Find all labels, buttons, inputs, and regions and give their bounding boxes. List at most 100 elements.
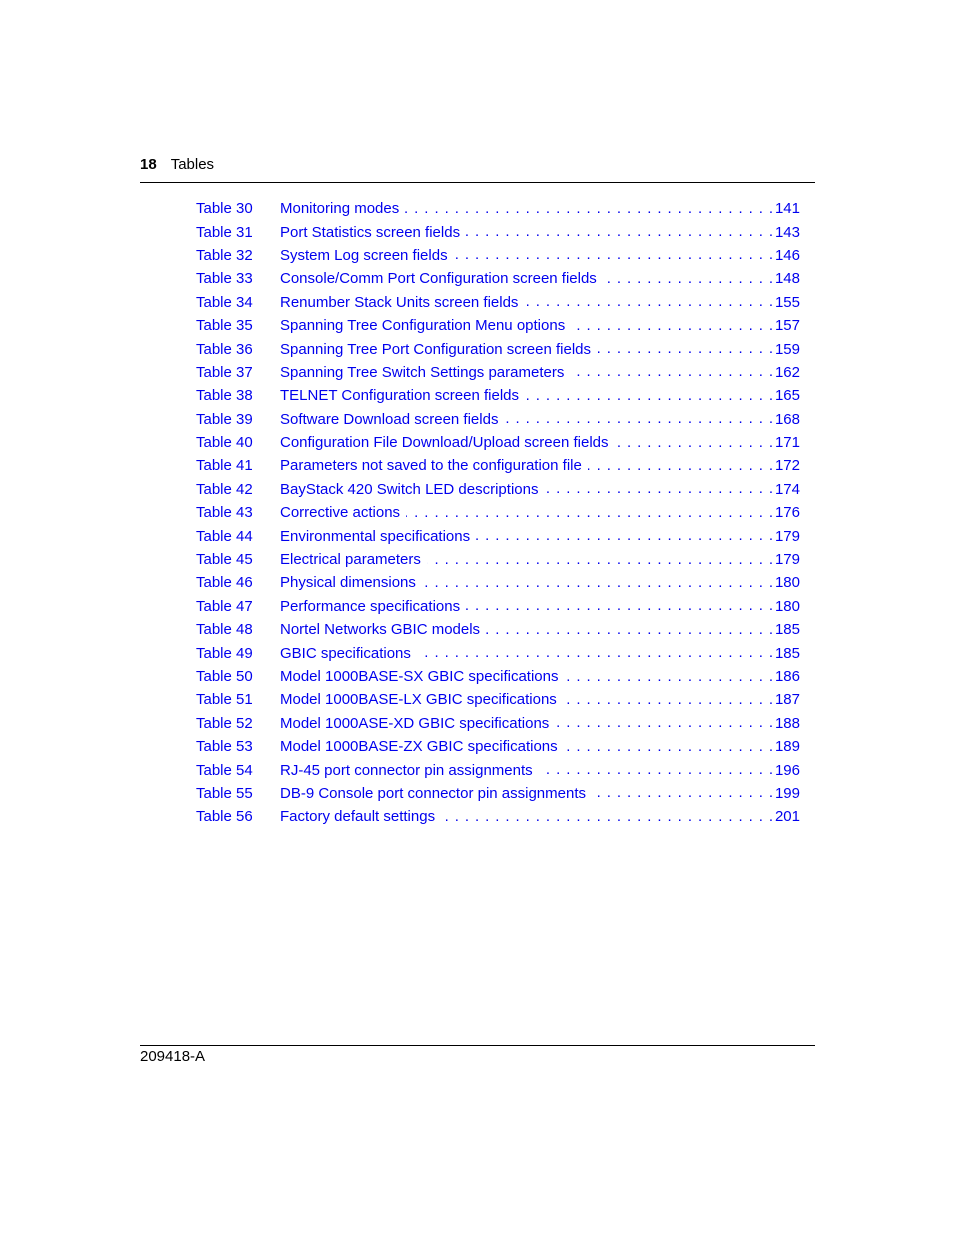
- toc-entry-title[interactable]: Corrective actions: [280, 504, 407, 522]
- toc-entry-title[interactable]: Port Statistics screen fields: [280, 223, 467, 241]
- toc-entry-title[interactable]: Nortel Networks GBIC models: [280, 621, 487, 639]
- toc-entry[interactable]: Table 38 TELNET Configuration screen fiel…: [196, 384, 800, 407]
- toc-entry[interactable]: Table 50 Model 1000BASE-SX GBIC specifica…: [196, 665, 800, 688]
- toc-entry-page[interactable]: 155: [773, 293, 800, 311]
- toc-entry-title[interactable]: Electrical parameters: [280, 551, 427, 569]
- toc-entry-page[interactable]: 174: [773, 480, 800, 498]
- toc-entry-label[interactable]: Table 56: [196, 808, 280, 825]
- toc-entry-title[interactable]: Spanning Tree Configuration Menu options: [280, 317, 572, 335]
- toc-entry-page[interactable]: 157: [773, 317, 800, 335]
- toc-entry-page[interactable]: 162: [773, 363, 800, 381]
- toc-entry-page[interactable]: 171: [773, 434, 800, 452]
- toc-entry[interactable]: Table 40 Configuration File Download/Uplo…: [196, 431, 800, 454]
- toc-entry[interactable]: Table 34 Renumber Stack Units screen fiel…: [196, 291, 800, 314]
- toc-entry[interactable]: Table 45Electrical parameters 179: [196, 548, 800, 571]
- toc-entry[interactable]: Table 51 Model 1000BASE-LX GBIC specifica…: [196, 688, 800, 711]
- toc-entry-label[interactable]: Table 37: [196, 364, 280, 381]
- toc-entry-title[interactable]: Spanning Tree Port Configuration screen …: [280, 340, 598, 358]
- toc-entry-title[interactable]: RJ-45 port connector pin assignments: [280, 761, 539, 779]
- toc-entry[interactable]: Table 32System Log screen fields 146: [196, 244, 800, 267]
- toc-entry-label[interactable]: Table 43: [196, 504, 280, 521]
- toc-entry-page[interactable]: 141: [773, 200, 800, 218]
- toc-entry-label[interactable]: Table 33: [196, 270, 280, 287]
- toc-entry-label[interactable]: Table 31: [196, 224, 280, 241]
- toc-entry-page[interactable]: 159: [773, 340, 800, 358]
- toc-entry-title[interactable]: Model 1000BASE-ZX GBIC specifications: [280, 738, 564, 756]
- toc-entry-page[interactable]: 180: [773, 597, 800, 615]
- toc-entry-label[interactable]: Table 52: [196, 715, 280, 732]
- toc-entry-title[interactable]: System Log screen fields: [280, 246, 454, 264]
- toc-entry-page[interactable]: 180: [773, 574, 800, 592]
- toc-entry-page[interactable]: 176: [773, 504, 800, 522]
- toc-entry[interactable]: Table 55 DB-9 Console port connector pin …: [196, 782, 800, 805]
- toc-entry-label[interactable]: Table 49: [196, 645, 280, 662]
- toc-entry-label[interactable]: Table 35: [196, 317, 280, 334]
- toc-entry-title[interactable]: Parameters not saved to the configuratio…: [280, 457, 588, 475]
- toc-entry-page[interactable]: 187: [773, 691, 800, 709]
- toc-entry-title[interactable]: Monitoring modes: [280, 200, 406, 218]
- toc-entry-title[interactable]: TELNET Configuration screen fields: [280, 387, 526, 405]
- toc-entry-title[interactable]: Software Download screen fields: [280, 410, 505, 428]
- toc-entry-page[interactable]: 172: [773, 457, 800, 475]
- toc-entry-title[interactable]: Model 1000ASE-XD GBIC specifications: [280, 714, 556, 732]
- toc-entry-label[interactable]: Table 45: [196, 551, 280, 568]
- toc-entry-page[interactable]: 168: [773, 410, 800, 428]
- toc-entry-label[interactable]: Table 54: [196, 762, 280, 779]
- toc-entry-label[interactable]: Table 47: [196, 598, 280, 615]
- toc-entry-label[interactable]: Table 34: [196, 294, 280, 311]
- toc-entry-page[interactable]: 146: [773, 246, 800, 264]
- toc-entry[interactable]: Table 52 Model 1000ASE-XD GBIC specificat…: [196, 712, 800, 735]
- toc-entry-label[interactable]: Table 51: [196, 691, 280, 708]
- toc-entry-title[interactable]: Environmental specifications: [280, 527, 477, 545]
- toc-entry-label[interactable]: Table 44: [196, 528, 280, 545]
- toc-entry-label[interactable]: Table 46: [196, 574, 280, 591]
- toc-entry-page[interactable]: 148: [773, 270, 800, 288]
- toc-entry[interactable]: Table 49GBIC specifications 185: [196, 641, 800, 664]
- toc-entry-label[interactable]: Table 32: [196, 247, 280, 264]
- toc-entry-page[interactable]: 185: [773, 621, 800, 639]
- toc-entry-title[interactable]: Physical dimensions: [280, 574, 422, 592]
- toc-entry-title[interactable]: GBIC specifications: [280, 644, 417, 662]
- toc-entry[interactable]: Table 33 Console/Comm Port Configuration …: [196, 267, 800, 290]
- toc-entry-title[interactable]: BayStack 420 Switch LED descriptions: [280, 480, 545, 498]
- toc-entry[interactable]: Table 41 Parameters not saved to the conf…: [196, 454, 800, 477]
- toc-entry[interactable]: Table 37 Spanning Tree Switch Settings pa…: [196, 361, 800, 384]
- toc-entry-label[interactable]: Table 36: [196, 341, 280, 358]
- toc-entry-page[interactable]: 186: [773, 668, 800, 685]
- toc-entry-title[interactable]: Configuration File Download/Upload scree…: [280, 434, 615, 452]
- toc-entry-page[interactable]: 143: [773, 223, 800, 241]
- toc-entry-label[interactable]: Table 38: [196, 387, 280, 404]
- toc-entry-label[interactable]: Table 48: [196, 621, 280, 638]
- toc-entry[interactable]: Table 47Performance specifications 180: [196, 595, 800, 618]
- toc-entry[interactable]: Table 43Corrective actions 176: [196, 501, 800, 524]
- toc-entry-label[interactable]: Table 40: [196, 434, 280, 451]
- toc-entry[interactable]: Table 31Port Statistics screen fields 143: [196, 220, 800, 243]
- toc-entry-page[interactable]: 179: [773, 551, 800, 569]
- toc-entry-title[interactable]: Factory default settings: [280, 808, 442, 826]
- toc-entry[interactable]: Table 30Monitoring modes 141: [196, 197, 800, 220]
- toc-entry[interactable]: Table 35 Spanning Tree Configuration Menu…: [196, 314, 800, 337]
- toc-entry-page[interactable]: 189: [773, 738, 800, 756]
- toc-entry[interactable]: Table 56Factory default settings 201: [196, 805, 800, 828]
- toc-entry[interactable]: Table 54 RJ-45 port connector pin assignm…: [196, 758, 800, 781]
- toc-entry-page[interactable]: 199: [773, 784, 800, 802]
- toc-entry[interactable]: Table 36 Spanning Tree Port Configuration…: [196, 337, 800, 360]
- toc-entry-page[interactable]: 185: [773, 644, 800, 662]
- toc-entry[interactable]: Table 42 BayStack 420 Switch LED descript…: [196, 478, 800, 501]
- toc-entry-label[interactable]: Table 55: [196, 785, 280, 802]
- toc-entry-title[interactable]: Performance specifications: [280, 597, 467, 615]
- toc-entry[interactable]: Table 53 Model 1000BASE-ZX GBIC specifica…: [196, 735, 800, 758]
- toc-entry-page[interactable]: 201: [773, 808, 800, 826]
- toc-entry-title[interactable]: Model 1000BASE-LX GBIC specifications: [280, 691, 563, 709]
- toc-entry-label[interactable]: Table 30: [196, 200, 280, 217]
- toc-entry-label[interactable]: Table 39: [196, 411, 280, 428]
- toc-entry-title[interactable]: DB-9 Console port connector pin assignme…: [280, 784, 592, 802]
- toc-entry-page[interactable]: 179: [773, 527, 800, 545]
- toc-entry[interactable]: Table 46Physical dimensions 180: [196, 571, 800, 594]
- toc-entry-title[interactable]: Console/Comm Port Configuration screen f…: [280, 270, 603, 288]
- toc-entry-page[interactable]: 188: [773, 714, 800, 732]
- toc-entry[interactable]: Table 39Software Download screen fields 1…: [196, 408, 800, 431]
- toc-entry-label[interactable]: Table 42: [196, 481, 280, 498]
- toc-entry-title[interactable]: Renumber Stack Units screen fields: [280, 293, 525, 311]
- toc-entry-title[interactable]: Spanning Tree Switch Settings parameters: [280, 363, 571, 381]
